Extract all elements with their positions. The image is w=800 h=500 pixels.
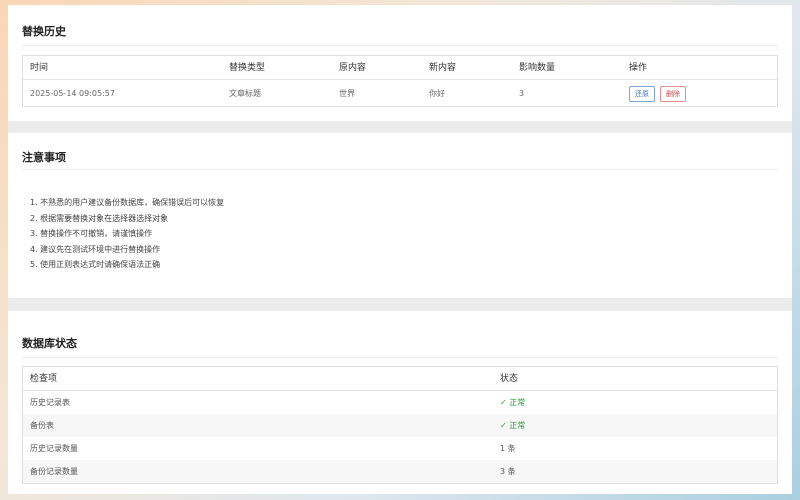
table-row: 2025-05-14 09:05:57 文章标题 世界 你好 3 还原 删除 xyxy=(23,80,777,107)
col-new: 新内容 xyxy=(429,63,457,73)
status-value: 3 条 xyxy=(500,467,516,476)
list-item: 1. 不熟悉的用户建议备份数据库，确保错误后可以恢复 xyxy=(30,198,225,207)
table-row: 备份记录数量 3 条 xyxy=(23,460,777,483)
db-status-card: 数据库状态 检查项 状态 历史记录表 ✓ 正常 备份表 ✓ 正常 历史记录数量 … xyxy=(8,311,792,494)
col-type: 替换类型 xyxy=(229,63,266,73)
divider xyxy=(22,357,778,358)
status-badge: ✓ 正常 xyxy=(500,398,526,407)
history-title: 替换历史 xyxy=(22,25,66,38)
col-count: 影响数量 xyxy=(519,63,556,73)
col-actions: 操作 xyxy=(629,63,648,73)
row-time: 2025-05-14 09:05:57 xyxy=(30,89,115,98)
table-header: 时间 替换类型 原内容 新内容 影响数量 操作 xyxy=(23,56,777,80)
row-count: 3 xyxy=(519,89,525,98)
check-item: 备份记录数量 xyxy=(30,467,78,476)
check-item: 历史记录数量 xyxy=(30,444,78,453)
list-item: 3. 替换操作不可撤销，请谨慎操作 xyxy=(30,229,153,239)
table-row: 备份表 ✓ 正常 xyxy=(23,414,777,437)
list-item: 2. 根据需要替换对象在选择器选择对象 xyxy=(30,213,169,223)
restore-button[interactable]: 还原 xyxy=(629,86,655,102)
table-header: 检查项 状态 xyxy=(23,367,777,391)
row-new: 你好 xyxy=(429,89,445,98)
status-value: 1 条 xyxy=(500,444,516,453)
divider xyxy=(22,45,778,46)
row-old: 世界 xyxy=(339,89,355,98)
notes-card: 注意事项 1. 不熟悉的用户建议备份数据库，确保错误后可以恢复 2. 根据需要替… xyxy=(8,133,792,298)
page: 替换历史 时间 替换类型 原内容 新内容 影响数量 操作 2025-05-14 … xyxy=(8,5,792,494)
delete-button[interactable]: 删除 xyxy=(660,86,686,102)
db-status-title: 数据库状态 xyxy=(22,337,77,350)
check-item: 备份表 xyxy=(30,421,54,430)
col-status: 状态 xyxy=(500,374,519,384)
list-item: 5. 使用正则表达式时请确保语法正确 xyxy=(30,260,161,270)
row-type: 文章标题 xyxy=(229,89,261,98)
db-status-table: 检查项 状态 历史记录表 ✓ 正常 备份表 ✓ 正常 历史记录数量 1 条 备份… xyxy=(22,366,778,484)
divider xyxy=(22,169,778,170)
col-check-item: 检查项 xyxy=(30,374,58,384)
list-item: 4. 建议先在测试环境中进行替换操作 xyxy=(30,244,161,254)
history-card: 替换历史 时间 替换类型 原内容 新内容 影响数量 操作 2025-05-14 … xyxy=(8,5,792,121)
check-item: 历史记录表 xyxy=(30,398,70,407)
status-badge: ✓ 正常 xyxy=(500,421,526,430)
notes-list: 1. 不熟悉的用户建议备份数据库，确保错误后可以恢复 2. 根据需要替换对象在选… xyxy=(30,195,224,273)
table-row: 历史记录表 ✓ 正常 xyxy=(23,391,777,414)
notes-title: 注意事项 xyxy=(22,151,66,164)
table-row: 历史记录数量 1 条 xyxy=(23,437,777,460)
col-old: 原内容 xyxy=(339,63,367,73)
history-table: 时间 替换类型 原内容 新内容 影响数量 操作 2025-05-14 09:05… xyxy=(22,55,778,107)
col-time: 时间 xyxy=(30,63,49,73)
